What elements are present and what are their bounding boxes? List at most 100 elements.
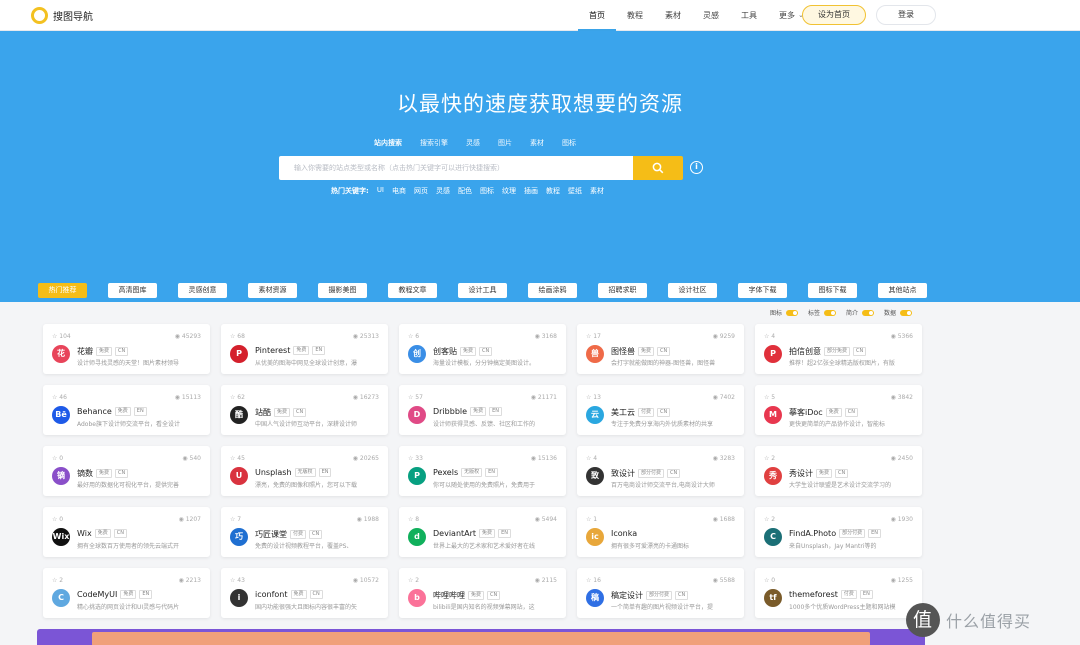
favorite-count[interactable]: ☆ 6: [408, 333, 419, 340]
category-tab-0[interactable]: 热门推荐: [38, 283, 87, 298]
site-card[interactable]: ☆ 5 ◉ 3842 M 摹客iDoc 免费 CN 更快更简单的产品协作设计，智能标: [755, 385, 922, 435]
hot-keyword[interactable]: 图标: [480, 186, 494, 196]
search-input[interactable]: 输入你需要的站点类型或名称（点击热门关键字可以进行快捷搜索）: [279, 156, 633, 180]
nav-item-4[interactable]: 工具: [730, 0, 768, 31]
site-card[interactable]: ☆ 2 ◉ 2213 C CodeMyUI 免费 EN 精心挑选的网页设计和UI灵感与代码片: [43, 568, 210, 618]
login-button[interactable]: 登录: [876, 5, 936, 25]
toggle-switch[interactable]: [862, 309, 875, 316]
toggle-switch[interactable]: [900, 309, 913, 316]
favorite-count[interactable]: ☆ 2: [764, 455, 775, 462]
favorite-count[interactable]: ☆ 0: [52, 516, 63, 523]
hot-keyword[interactable]: 配色: [458, 186, 472, 196]
hot-keyword[interactable]: UI: [377, 186, 384, 196]
site-card[interactable]: ☆ 2 ◉ 2450 秀秀设计 免费 CN 大学生设计联盟是艺术设计交流学习的: [755, 446, 922, 496]
nav-item-1[interactable]: 教程: [616, 0, 654, 31]
hot-keyword[interactable]: 网页: [414, 186, 428, 196]
category-tab-4[interactable]: 摄影美图: [318, 283, 367, 298]
favorite-count[interactable]: ☆ 104: [52, 333, 71, 340]
favorite-count[interactable]: ☆ 2: [408, 577, 419, 584]
hot-keyword[interactable]: 素材: [590, 186, 604, 196]
favorite-count[interactable]: ☆ 43: [230, 577, 245, 584]
favorite-count[interactable]: ☆ 68: [230, 333, 245, 340]
favorite-count[interactable]: ☆ 13: [586, 394, 601, 401]
favorite-count[interactable]: ☆ 46: [52, 394, 67, 401]
site-card[interactable]: ☆ 0 ◉ 1207 Wix Wix 免费 CN 拥有全球数百万使用者的领先云端式开: [43, 507, 210, 557]
favorite-count[interactable]: ☆ 7: [230, 516, 241, 523]
favorite-count[interactable]: ☆ 62: [230, 394, 245, 401]
toggle-switch[interactable]: [824, 309, 837, 316]
search-tab-2[interactable]: 灵感: [466, 138, 480, 148]
site-card[interactable]: ☆ 2 ◉ 2115 b 哔哩哔哩 免费 CN bilibili是国内知名的视频弹幕网站，这: [399, 568, 566, 618]
site-card[interactable]: ☆ 4 ◉ 5366 P 拍信创意 部分免费 CN 推荐！超2亿张全球精选版权图片，有版: [755, 324, 922, 374]
site-card[interactable]: ☆ 4 ◉ 3283 致致设计 部分付费 CN 百万电商设计师交流平台,电商设计大师: [577, 446, 744, 496]
hot-keyword[interactable]: 教程: [546, 186, 560, 196]
category-tab-12[interactable]: 其他站点: [878, 283, 927, 298]
site-card[interactable]: ☆ 17 ◉ 9259 兽图怪兽 免费 CN 会打字就能做图的神器-图怪兽，图怪兽: [577, 324, 744, 374]
category-tab-2[interactable]: 灵感创意: [178, 283, 227, 298]
favorite-count[interactable]: ☆ 45: [230, 455, 245, 462]
promo-banner[interactable]: [37, 629, 925, 645]
category-tab-1[interactable]: 高清图库: [108, 283, 157, 298]
set-home-button[interactable]: 设为首页: [802, 5, 866, 25]
site-card[interactable]: ☆ 1 ◉ 1688 ic Iconka 拥有很多可爱漂亮的卡通图标: [577, 507, 744, 557]
hot-keyword[interactable]: 灵感: [436, 186, 450, 196]
category-tab-6[interactable]: 设计工具: [458, 283, 507, 298]
site-card[interactable]: ☆ 8 ◉ 5494 d DeviantArt 免费 EN 世界上最大的艺术家和艺术爱好者在…: [399, 507, 566, 557]
hot-keyword[interactable]: 纹理: [502, 186, 516, 196]
search-tab-1[interactable]: 搜索引擎: [420, 138, 448, 148]
category-tab-8[interactable]: 招聘求职: [598, 283, 647, 298]
toggle-switch[interactable]: [786, 309, 799, 316]
category-tab-9[interactable]: 设计社区: [668, 283, 717, 298]
hot-keyword[interactable]: 插画: [524, 186, 538, 196]
favorite-count[interactable]: ☆ 57: [408, 394, 423, 401]
favorite-count[interactable]: ☆ 4: [764, 333, 775, 340]
hot-keyword[interactable]: 壁纸: [568, 186, 582, 196]
favorite-count[interactable]: ☆ 0: [52, 455, 63, 462]
site-card[interactable]: ☆ 2 ◉ 1930 C FindA.Photo 部分付费 EN 来自Unsplash，Ja…: [755, 507, 922, 557]
hot-keyword[interactable]: 电商: [392, 186, 406, 196]
category-tab-5[interactable]: 教程文章: [388, 283, 437, 298]
favorite-count[interactable]: ☆ 0: [764, 577, 775, 584]
site-card[interactable]: ☆ 33 ◉ 15136 P Pexels 无版权 EN 你可以随处使用的免费照片，免费用于: [399, 446, 566, 496]
display-toggle[interactable]: 标签: [808, 308, 837, 317]
favorite-count[interactable]: ☆ 1: [586, 516, 597, 523]
site-card[interactable]: ☆ 46 ◉ 15113 Bē Behance 免费 EN Adobe旗下设计师交流平台，看…: [43, 385, 210, 435]
nav-item-0[interactable]: 首页: [578, 0, 616, 31]
search-tab-0[interactable]: 站内搜索: [374, 138, 402, 148]
category-tab-10[interactable]: 字体下载: [738, 283, 787, 298]
category-tab-11[interactable]: 图标下载: [808, 283, 857, 298]
site-card[interactable]: ☆ 13 ◉ 7402 云美工云 付费 CN 专注于免费分享海内外优质素材的共享: [577, 385, 744, 435]
logo[interactable]: 搜图导航: [31, 7, 93, 24]
site-card[interactable]: ☆ 43 ◉ 10572 i iconfont 免费 CN 国内功能很强大且图标内容很丰富的…: [221, 568, 388, 618]
search-tab-5[interactable]: 图标: [562, 138, 576, 148]
site-card[interactable]: ☆ 6 ◉ 3168 创创客贴 免费 CN 海量设计模板，分分钟搞定美图设计。: [399, 324, 566, 374]
category-tab-3[interactable]: 素材资源: [248, 283, 297, 298]
info-icon[interactable]: i: [690, 161, 703, 174]
site-card[interactable]: ☆ 0 ◉ 1255 tf themeforest 付费 EN 1000多个优质WordPr…: [755, 568, 922, 618]
favorite-count[interactable]: ☆ 17: [586, 333, 601, 340]
favorite-count[interactable]: ☆ 2: [52, 577, 63, 584]
display-toggle[interactable]: 图标: [770, 308, 799, 317]
site-card[interactable]: ☆ 16 ◉ 5588 稿稿定设计 部分付费 CN 一个简单有趣的图片视频设计平台，提: [577, 568, 744, 618]
search-tab-4[interactable]: 素材: [530, 138, 544, 148]
favorite-count[interactable]: ☆ 8: [408, 516, 419, 523]
site-card[interactable]: ☆ 45 ◉ 20265 U Unsplash 无版权 EN 漂亮，免费的图像和照片，您可以…: [221, 446, 388, 496]
site-card[interactable]: ☆ 7 ◉ 1988 巧巧匠课堂 付费 CN 免费的设计视频教程平台，覆盖PS、: [221, 507, 388, 557]
site-card[interactable]: ☆ 0 ◉ 540 镝镝数 免费 CN 最好用的数据化可视化平台，提供完善: [43, 446, 210, 496]
site-card[interactable]: ☆ 62 ◉ 16273 酷站酷 免费 CN 中国人气设计师互动平台，深耕设计师: [221, 385, 388, 435]
site-card[interactable]: ☆ 57 ◉ 21171 D Dribbble 免费 EN 设计师获得灵感、反馈、社区和工作…: [399, 385, 566, 435]
nav-item-2[interactable]: 素材: [654, 0, 692, 31]
favorite-count[interactable]: ☆ 5: [764, 394, 775, 401]
display-toggle[interactable]: 简介: [846, 308, 875, 317]
display-toggle[interactable]: 数据: [884, 308, 913, 317]
favorite-count[interactable]: ☆ 16: [586, 577, 601, 584]
search-tab-3[interactable]: 图片: [498, 138, 512, 148]
favorite-count[interactable]: ☆ 4: [586, 455, 597, 462]
site-card[interactable]: ☆ 68 ◉ 25313 P Pinterest 免费 EN 从优美的图海中网见全球设计创意…: [221, 324, 388, 374]
category-tab-7[interactable]: 绘画涂鸦: [528, 283, 577, 298]
favorite-count[interactable]: ☆ 33: [408, 455, 423, 462]
search-button[interactable]: [633, 156, 683, 180]
nav-item-3[interactable]: 灵感: [692, 0, 730, 31]
favorite-count[interactable]: ☆ 2: [764, 516, 775, 523]
site-card[interactable]: ☆ 104 ◉ 45293 花花瓣 免费 CN 设计师寻找灵感的天堂！图片素材领导: [43, 324, 210, 374]
